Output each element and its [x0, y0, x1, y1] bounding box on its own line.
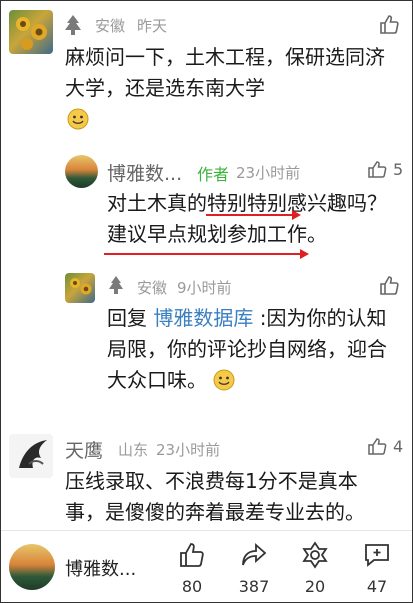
- comment-button[interactable]: 47: [352, 541, 402, 596]
- annotation-arrow: [104, 249, 309, 259]
- thumbs-up-icon: [368, 438, 387, 455]
- user-badge-icon: [107, 275, 125, 295]
- reply-target-link[interactable]: 博雅数据库: [153, 306, 253, 330]
- comment-like-button[interactable]: 4: [367, 436, 403, 456]
- reply-prefix: 回复: [107, 306, 147, 330]
- author-name[interactable]: 博雅数...: [65, 555, 136, 581]
- sunflower-avatar-icon: [16, 17, 47, 50]
- reply-time: 23小时前: [236, 164, 301, 182]
- annotation-arrow: [206, 210, 301, 220]
- thumbs-up-icon: [180, 543, 204, 567]
- author-tag: 作者: [197, 165, 230, 184]
- thumbs-up-icon: [368, 161, 387, 178]
- comment-time: 23小时前: [156, 441, 221, 459]
- like-button[interactable]: 80: [167, 541, 217, 596]
- avatar[interactable]: [9, 434, 53, 478]
- reply-time: 9小时前: [177, 279, 232, 297]
- share-count: 387: [238, 577, 270, 596]
- comment-text: 麻烦问一下，土木工程，保研选同济 大学，还是选东南大学: [65, 45, 385, 100]
- avatar[interactable]: [65, 155, 98, 188]
- smile-emoji-icon: [213, 369, 235, 391]
- smile-emoji-icon: [67, 108, 89, 130]
- sunflower-avatar-icon: [70, 278, 92, 295]
- comment-add-icon: [365, 544, 389, 567]
- comment-region: 山东: [118, 441, 149, 459]
- reply-like-button[interactable]: 5: [367, 159, 403, 179]
- comment-text: 压线录取、不浪费每1分不是真本 事，是傻傻的奔着最差专业去的。: [65, 469, 365, 524]
- avatar[interactable]: [9, 10, 53, 54]
- eagle-avatar-icon: [19, 440, 47, 468]
- thumbs-up-icon[interactable]: [378, 13, 400, 35]
- reply-author-name[interactable]: 博雅数...: [107, 159, 182, 186]
- avatar[interactable]: [9, 544, 55, 590]
- share-button[interactable]: 387: [229, 541, 279, 596]
- like-count: 5: [393, 159, 404, 179]
- comment-count: 47: [366, 577, 388, 596]
- reply-region: 安徽: [137, 279, 168, 297]
- share-icon: [242, 542, 267, 566]
- user-badge-icon: [63, 14, 83, 36]
- comment-region: 安徽: [95, 17, 126, 35]
- avatar[interactable]: [65, 273, 95, 303]
- bottom-action-bar: 博雅数... 80 387 20 47: [1, 530, 412, 602]
- thumbs-up-icon[interactable]: [378, 274, 400, 296]
- like-count: 4: [393, 436, 404, 456]
- collect-count: 20: [304, 577, 326, 596]
- reply-text: 回复 博雅数据库 :因为你的认知 局限，你的评论抄自网络，迎合 大众口味。: [107, 306, 387, 392]
- collect-button[interactable]: 20: [290, 541, 340, 596]
- star-icon: [302, 541, 328, 569]
- comment-time: 昨天: [137, 17, 168, 35]
- like-count: 80: [181, 577, 203, 596]
- comment-author-name[interactable]: 天鹰: [65, 436, 103, 463]
